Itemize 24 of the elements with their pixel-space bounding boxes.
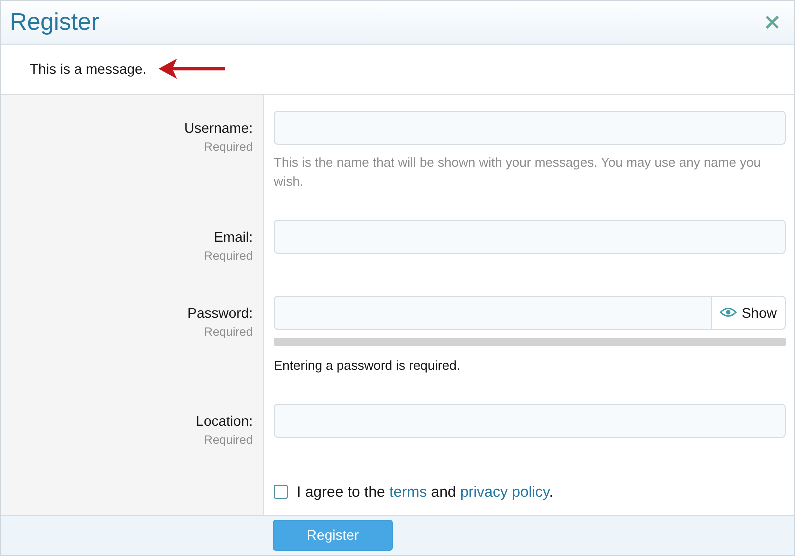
input-field[interactable] [274, 110, 786, 145]
register-button[interactable]: Register [273, 520, 393, 551]
required-note: Required [204, 140, 253, 154]
required-note: Required [204, 432, 253, 447]
eye-icon [720, 307, 737, 318]
field-label: Email: [214, 228, 253, 245]
required-note: Required [204, 248, 253, 263]
agreement-link[interactable]: terms [390, 484, 428, 501]
show-password-button[interactable]: Show [710, 296, 785, 329]
field-label: Username: [184, 120, 253, 136]
field-hint: This is the name that will be shown with your messages. You may use any name you wish. [274, 154, 762, 191]
agreement-text: I agree to the terms and privacy policy. [297, 484, 554, 501]
input-field[interactable] [274, 404, 786, 438]
agree-checkbox[interactable] [274, 485, 288, 500]
agreement-link[interactable]: privacy policy [460, 484, 550, 501]
field-label: Location: [196, 412, 253, 429]
field-hint: Entering a password is required. [274, 356, 462, 375]
dialog-title: Register [10, 8, 100, 37]
input-field[interactable] [274, 220, 786, 254]
close-icon[interactable] [765, 15, 780, 30]
field-label: Password: [188, 304, 253, 321]
password-field[interactable]: Show [274, 296, 786, 330]
message-text: This is a message. [30, 61, 147, 78]
required-note: Required [204, 324, 253, 339]
